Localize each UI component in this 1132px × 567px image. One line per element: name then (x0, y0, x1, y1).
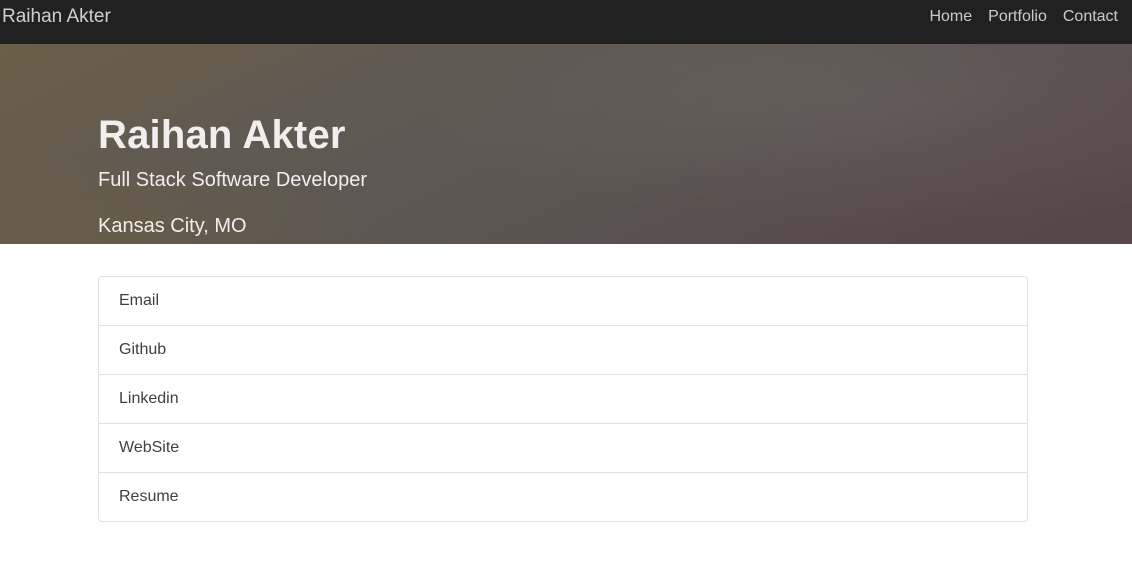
list-item-linkedin[interactable]: Linkedin (99, 375, 1027, 424)
hero-title: Raihan Akter (98, 113, 346, 157)
nav-links: Home Portfolio Contact (929, 0, 1118, 34)
hero-location: Kansas City, MO (98, 215, 247, 237)
list-item-github[interactable]: Github (99, 326, 1027, 375)
hero-banner: Raihan Akter Full Stack Software Develop… (0, 44, 1132, 244)
top-navbar: Raihan Akter Home Portfolio Contact (0, 0, 1132, 44)
list-item-resume[interactable]: Resume (99, 473, 1027, 521)
nav-link-contact[interactable]: Contact (1063, 8, 1118, 26)
nav-link-portfolio[interactable]: Portfolio (988, 8, 1047, 26)
list-item-website[interactable]: WebSite (99, 424, 1027, 473)
hero-subtitle: Full Stack Software Developer (98, 169, 368, 191)
list-item-email[interactable]: Email (99, 277, 1027, 326)
nav-link-home[interactable]: Home (929, 8, 972, 26)
navbar-brand[interactable]: Raihan Akter (2, 6, 111, 28)
contact-list: Email Github Linkedin WebSite Resume (98, 276, 1028, 522)
